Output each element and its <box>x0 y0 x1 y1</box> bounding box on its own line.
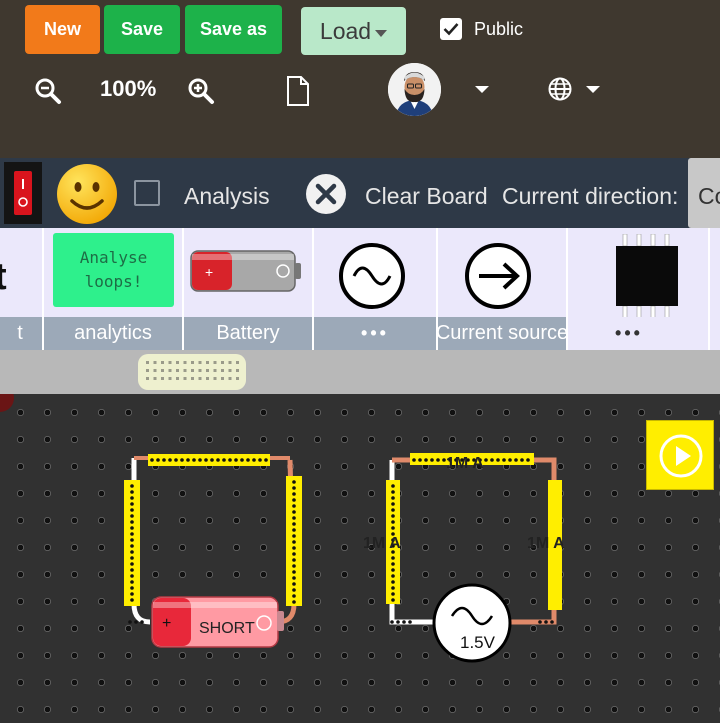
play-icon <box>659 434 703 478</box>
power-switch[interactable] <box>4 162 42 224</box>
clear-board-button[interactable]: Clear Board <box>365 183 488 210</box>
current-label: 1M A <box>446 455 484 472</box>
palette-item-label: Current source <box>438 317 566 350</box>
current-source-icon <box>465 243 531 309</box>
run-simulation-button[interactable] <box>646 420 714 490</box>
public-label: Public <box>474 19 524 39</box>
zoom-out-icon[interactable] <box>34 77 62 105</box>
partial-component <box>0 394 14 412</box>
palette-item-label: analytics <box>44 317 182 350</box>
analyse-loops-tile: Analyse loops! <box>53 233 174 307</box>
wire-top-horizontal[interactable] <box>148 454 270 466</box>
close-circle-icon[interactable] <box>305 173 347 215</box>
ic-chip-icon <box>616 234 678 325</box>
palette-item-label: ••• <box>568 317 690 350</box>
ac-source-on-board[interactable]: 1.5V <box>432 583 512 663</box>
language-chevron-icon[interactable] <box>586 86 600 93</box>
new-document-icon[interactable] <box>286 76 310 106</box>
ac-source-voltage-label: 1.5V <box>460 633 496 652</box>
save-button[interactable]: Save <box>104 5 180 54</box>
save-as-button[interactable]: Save as <box>185 5 282 54</box>
current-direction-label: Current direction: <box>502 183 679 209</box>
current-label: 1M A <box>363 535 401 552</box>
battery-icon: + <box>190 250 301 292</box>
right-circuit: 1M A 1M A 1M A 1.5V <box>363 453 565 663</box>
user-avatar[interactable] <box>388 63 441 116</box>
zoom-in-icon[interactable] <box>187 77 215 105</box>
avatar-picture <box>388 63 441 116</box>
control-strip: Analysis Clear Board Current direction: … <box>0 158 720 228</box>
palette-item-battery[interactable]: + Battery <box>184 228 314 350</box>
breadboard-holes <box>146 361 239 380</box>
palette-item-current-source[interactable]: Current source <box>438 228 568 350</box>
smiley-face-icon[interactable] <box>56 163 118 225</box>
palette-item-label: Battery <box>184 317 312 350</box>
zoom-level: 100% <box>100 76 157 101</box>
current-direction-toggle[interactable]: Co <box>688 158 720 228</box>
ac-source-icon <box>339 243 405 309</box>
svg-text:+: + <box>205 264 213 280</box>
palette-item-partial[interactable]: t t <box>0 228 44 350</box>
palette-item-analytics[interactable]: Analyse loops! analytics <box>44 228 184 350</box>
circuit-drawing: + SHORT 1M A 1M A 1M A 1.5V <box>0 394 565 663</box>
left-circuit: + SHORT <box>124 454 302 648</box>
svg-text:+: + <box>162 615 171 632</box>
current-label: 1M A <box>527 535 565 552</box>
palette-item-partial-glyph: t <box>0 256 7 298</box>
checkmark-icon <box>443 23 459 36</box>
breadboard-component[interactable] <box>138 354 246 390</box>
current-direction-toggle-label: Co <box>698 183 720 209</box>
palette-item-ic-chip[interactable]: ••• <box>568 228 708 350</box>
palette-item-ac-source[interactable]: ••• <box>314 228 438 350</box>
palette-item-label: t <box>0 317 42 350</box>
power-rocker-icon <box>14 171 32 215</box>
load-dropdown-button[interactable]: Load <box>301 7 406 55</box>
battery-on-board[interactable]: + SHORT <box>151 596 284 648</box>
load-label: Load <box>319 17 372 44</box>
globe-icon[interactable] <box>548 77 572 101</box>
battery-status-label: SHORT <box>199 620 255 637</box>
analysis-checkbox[interactable] <box>134 180 160 206</box>
palette-divider <box>708 228 710 350</box>
public-checkbox[interactable] <box>440 18 462 40</box>
component-palette: t t Analyse loops! analytics + Battery •… <box>0 228 720 350</box>
user-menu-chevron-icon[interactable] <box>475 86 489 93</box>
new-button[interactable]: New <box>25 5 100 54</box>
palette-scroll-strip[interactable] <box>0 350 720 394</box>
chevron-down-icon <box>375 30 388 37</box>
analysis-label: Analysis <box>184 183 270 209</box>
top-toolbar: New Save Save as Load Public 100% <box>0 0 720 158</box>
palette-item-label: ••• <box>314 317 436 350</box>
